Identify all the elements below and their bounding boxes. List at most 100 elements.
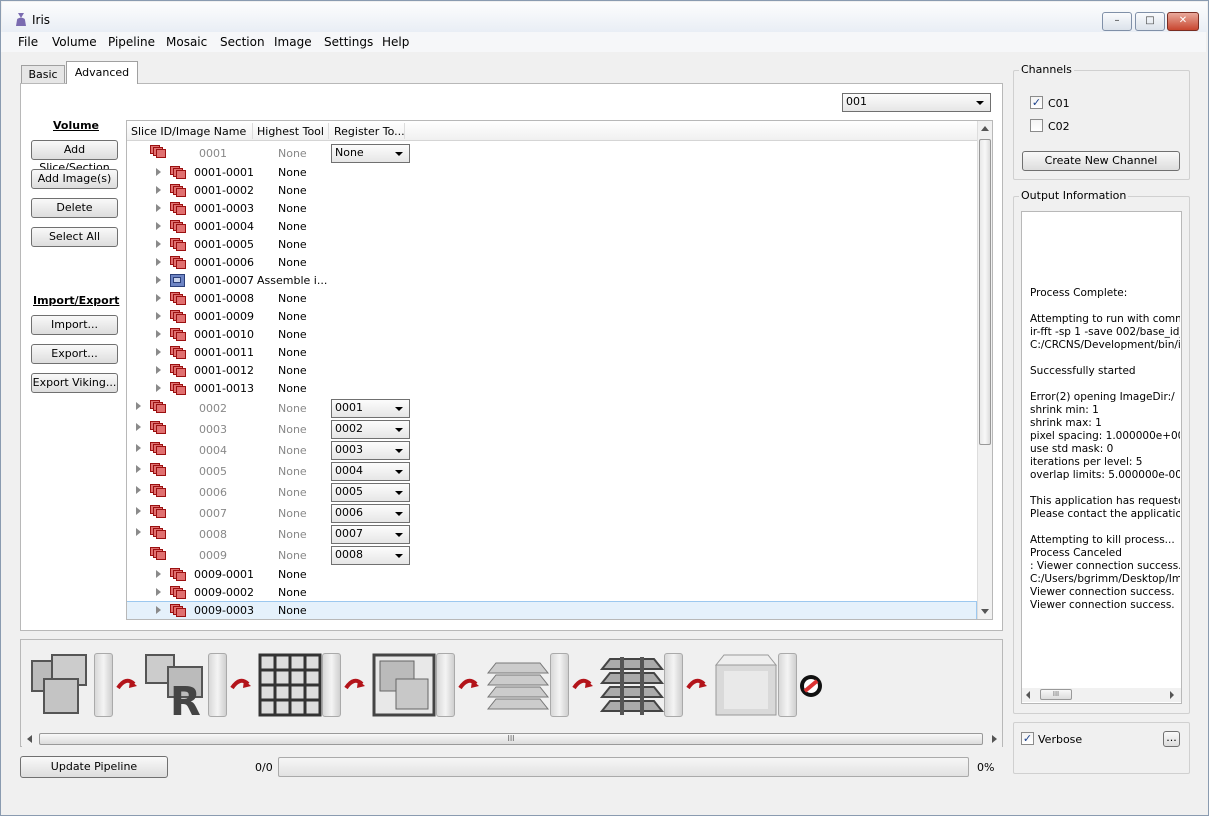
stage-slider-handle[interactable] bbox=[436, 653, 455, 717]
tree-row-image[interactable]: 0001-0005 None bbox=[127, 236, 976, 254]
expand-arrow-icon[interactable] bbox=[156, 348, 161, 356]
tree-row-image[interactable]: 0001-0006 None bbox=[127, 254, 976, 272]
stage-slider-handle[interactable] bbox=[778, 653, 797, 717]
output-scroll-thumb[interactable]: III bbox=[1040, 689, 1072, 700]
tree-row-image[interactable]: 0001-0004 None bbox=[127, 218, 976, 236]
menu-image[interactable]: Image bbox=[274, 35, 312, 49]
register-to-select[interactable]: 0007 bbox=[331, 525, 410, 544]
tree-row-image[interactable]: 0001-0002 None bbox=[127, 182, 976, 200]
expand-arrow-icon[interactable] bbox=[136, 423, 141, 431]
register-to-select[interactable]: 0003 bbox=[331, 441, 410, 460]
pipeline-scroll-thumb[interactable]: III bbox=[39, 733, 983, 745]
tree-row-slice[interactable]: 0006 None 0005 bbox=[127, 482, 976, 503]
expand-arrow-icon[interactable] bbox=[156, 258, 161, 266]
menu-pipeline[interactable]: Pipeline bbox=[108, 35, 155, 49]
tree-row-image[interactable]: 0001-0008 None bbox=[127, 290, 976, 308]
tree-row-slice[interactable]: 0007 None 0006 bbox=[127, 503, 976, 524]
register-to-select[interactable]: 0002 bbox=[331, 420, 410, 439]
tree-scroll-thumb[interactable] bbox=[979, 139, 991, 445]
expand-arrow-icon[interactable] bbox=[136, 465, 141, 473]
tab-basic[interactable]: Basic bbox=[21, 65, 65, 84]
stage-slider-handle[interactable] bbox=[550, 653, 569, 717]
tree-row-slice[interactable]: 0003 None 0002 bbox=[127, 419, 976, 440]
update-pipeline-button[interactable]: Update Pipeline bbox=[20, 756, 168, 778]
stage-slider-handle[interactable] bbox=[664, 653, 683, 717]
expand-arrow-icon[interactable] bbox=[156, 606, 161, 614]
expand-arrow-icon[interactable] bbox=[156, 330, 161, 338]
menu-settings[interactable]: Settings bbox=[324, 35, 373, 49]
export-button[interactable]: Export... bbox=[31, 344, 118, 364]
assemble-mosaic-icon[interactable] bbox=[372, 653, 436, 717]
stage-slider-handle[interactable] bbox=[322, 653, 341, 717]
stack-register-icon[interactable] bbox=[600, 653, 664, 717]
add-images-button[interactable]: Add Image(s) bbox=[31, 169, 118, 189]
tree-row-image[interactable]: 0001-0007 Assemble i... bbox=[127, 272, 976, 290]
menu-file[interactable]: File bbox=[18, 35, 38, 49]
delete-button[interactable]: Delete bbox=[31, 198, 118, 218]
tree-vertical-scrollbar[interactable] bbox=[977, 121, 992, 619]
menu-volume[interactable]: Volume bbox=[52, 35, 97, 49]
expand-arrow-icon[interactable] bbox=[156, 204, 161, 212]
expand-arrow-icon[interactable] bbox=[156, 168, 161, 176]
menu-mosaic[interactable]: Mosaic bbox=[166, 35, 207, 49]
tree-row-slice[interactable]: 0002 None 0001 bbox=[127, 398, 976, 419]
volume-select[interactable]: 001 bbox=[842, 93, 991, 112]
export-viking-button[interactable]: Export Viking... bbox=[31, 373, 118, 393]
expand-arrow-icon[interactable] bbox=[136, 402, 141, 410]
expand-arrow-icon[interactable] bbox=[156, 366, 161, 374]
blend-volume-icon[interactable] bbox=[714, 653, 778, 717]
tree-row-image[interactable]: 0009-0001 None bbox=[127, 566, 976, 584]
tree-row-image[interactable]: 0009-0002 None bbox=[127, 584, 976, 602]
collapse-arrow-icon[interactable] bbox=[136, 149, 143, 154]
tree-row-image[interactable]: 0001-0003 None bbox=[127, 200, 976, 218]
header-register-to[interactable]: Register To... bbox=[334, 125, 405, 138]
tree-row-slice[interactable]: 0005 None 0004 bbox=[127, 461, 976, 482]
header-slice-id[interactable]: Slice ID/Image Name bbox=[131, 125, 246, 138]
no-entry-icon[interactable] bbox=[797, 672, 825, 700]
menu-section[interactable]: Section bbox=[220, 35, 265, 49]
expand-arrow-icon[interactable] bbox=[156, 294, 161, 302]
expand-arrow-icon[interactable] bbox=[156, 222, 161, 230]
output-horizontal-scrollbar[interactable]: III bbox=[1022, 688, 1181, 702]
pipeline-horizontal-scrollbar[interactable]: III bbox=[22, 732, 1002, 747]
close-button[interactable]: ✕ bbox=[1167, 12, 1199, 31]
tab-advanced[interactable]: Advanced bbox=[66, 61, 138, 84]
slice-tree[interactable]: Slice ID/Image Name Highest Tool Registe… bbox=[126, 120, 993, 620]
register-to-select[interactable]: None bbox=[331, 144, 410, 163]
expand-arrow-icon[interactable] bbox=[136, 486, 141, 494]
tree-row-image[interactable]: 0001-0011 None bbox=[127, 344, 976, 362]
create-channel-button[interactable]: Create New Channel bbox=[1022, 151, 1180, 171]
expand-arrow-icon[interactable] bbox=[156, 276, 161, 284]
channel-c01-checkbox[interactable]: ✓ bbox=[1030, 96, 1043, 109]
register-to-select[interactable]: 0004 bbox=[331, 462, 410, 481]
select-all-button[interactable]: Select All bbox=[31, 227, 118, 247]
menu-help[interactable]: Help bbox=[382, 35, 409, 49]
expand-arrow-icon[interactable] bbox=[156, 240, 161, 248]
add-slice-button[interactable]: Add Slice/Section bbox=[31, 140, 118, 174]
register-to-select[interactable]: 0008 bbox=[331, 546, 410, 565]
register-tiles-icon[interactable]: R bbox=[144, 653, 208, 717]
tree-row-slice[interactable]: 0008 None 0007 bbox=[127, 524, 976, 545]
minimize-button[interactable]: – bbox=[1102, 12, 1132, 31]
expand-arrow-icon[interactable] bbox=[156, 588, 161, 596]
tree-row-slice[interactable]: 0004 None 0003 bbox=[127, 440, 976, 461]
grid-refine-icon[interactable] bbox=[258, 653, 322, 717]
expand-arrow-icon[interactable] bbox=[156, 312, 161, 320]
tree-row-image[interactable]: 0009-0003 None bbox=[127, 601, 977, 619]
tree-row-image[interactable]: 0001-0001 None bbox=[127, 164, 976, 182]
tree-row-image[interactable]: 0001-0013 None bbox=[127, 380, 976, 398]
verbose-more-button[interactable]: ... bbox=[1163, 731, 1180, 747]
expand-arrow-icon[interactable] bbox=[136, 528, 141, 536]
expand-arrow-icon[interactable] bbox=[156, 384, 161, 392]
expand-arrow-icon[interactable] bbox=[156, 186, 161, 194]
mosaic-tiles-icon[interactable] bbox=[30, 653, 94, 717]
tree-row-slice[interactable]: 0009 None 0008 bbox=[127, 545, 976, 566]
expand-arrow-icon[interactable] bbox=[136, 507, 141, 515]
header-highest-tool[interactable]: Highest Tool bbox=[257, 125, 324, 138]
tree-row-image[interactable]: 0001-0012 None bbox=[127, 362, 976, 380]
collapse-arrow-icon[interactable] bbox=[136, 551, 143, 556]
register-to-select[interactable]: 0005 bbox=[331, 483, 410, 502]
channel-c02-checkbox[interactable] bbox=[1030, 119, 1043, 132]
register-to-select[interactable]: 0001 bbox=[331, 399, 410, 418]
expand-arrow-icon[interactable] bbox=[136, 444, 141, 452]
